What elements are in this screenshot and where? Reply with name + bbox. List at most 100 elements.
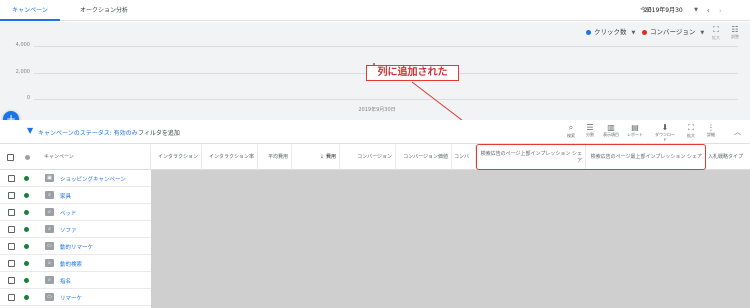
status-enabled-icon: [24, 278, 29, 283]
select-all-checkbox[interactable]: [6, 154, 14, 161]
chart-expand-button[interactable]: ⛶ 拡大: [710, 25, 722, 40]
tab-auction-insights[interactable]: オークション分析: [74, 0, 134, 21]
table-row[interactable]: ▣ ショッピングキャンペーン: [0, 170, 151, 187]
campaign-name-link[interactable]: ベッド: [60, 209, 77, 217]
y-tick-label: 0: [26, 95, 30, 101]
more-label: 詳細: [707, 132, 715, 137]
shopping-icon: ▣: [45, 174, 54, 182]
table-row[interactable]: ⌕ ソファ: [0, 221, 151, 238]
table-row[interactable]: ⌕ ベッド: [0, 204, 151, 221]
table-row[interactable]: ⌕ 家具: [0, 187, 151, 204]
table-row[interactable]: ⌕ 指名: [0, 272, 151, 289]
chart-adjust-button[interactable]: ☷ 調整: [728, 25, 742, 39]
filter-icon[interactable]: ▼: [27, 126, 33, 135]
status-enabled-icon: [24, 244, 29, 249]
download-button[interactable]: ⬇ ダウンロード: [655, 123, 675, 142]
expand-table-button[interactable]: ⛶ 拡大: [681, 123, 701, 138]
status-enabled-icon: [24, 227, 29, 232]
top-tab-bar: キャンペーン オークション分析 今日 2019年9月30日 ▼ ‹ ›: [0, 0, 750, 35]
bar-chart-icon: ▤: [631, 123, 639, 132]
reports-label: レポート: [627, 132, 643, 137]
column-header-avg-cost[interactable]: 平均費用: [258, 145, 292, 170]
row-checkbox[interactable]: [8, 192, 15, 199]
more-button[interactable]: ⋮ 詳細: [701, 123, 721, 137]
table-row[interactable]: ▭ 動的リマーケ: [0, 238, 151, 255]
add-filter-link[interactable]: フィルタを追加: [138, 128, 180, 137]
segment-label: 分割: [586, 132, 594, 137]
tune-icon: ☷: [731, 25, 739, 34]
display-icon: ▭: [45, 242, 54, 250]
search-icon: ⌕: [45, 259, 54, 267]
column-header-conv-truncated[interactable]: コンバ: [452, 145, 476, 170]
chevron-right-icon[interactable]: ›: [719, 0, 722, 21]
campaign-name-link[interactable]: 動的検索: [60, 260, 82, 268]
campaign-name-link[interactable]: 動的リマーケ: [60, 243, 93, 251]
row-checkbox[interactable]: [8, 209, 15, 216]
row-checkbox[interactable]: [8, 294, 15, 301]
campaign-name-link[interactable]: 家具: [60, 192, 71, 200]
metric-selector-conversions[interactable]: コンバージョン ▼: [642, 26, 704, 38]
gridline: [34, 99, 738, 100]
row-checkbox[interactable]: [8, 175, 15, 182]
row-checkbox[interactable]: [8, 226, 15, 233]
status-enabled-icon: [24, 261, 29, 266]
chart-adjust-label: 調整: [731, 34, 739, 39]
redacted-data-area: [151, 170, 750, 308]
row-checkbox[interactable]: [8, 277, 15, 284]
search-icon: ⌕: [45, 208, 54, 216]
caret-down-icon[interactable]: ▼: [694, 0, 698, 21]
expand-table-label: 拡大: [687, 133, 695, 138]
column-header-bid-strategy-type[interactable]: 入札戦略タイプ: [706, 145, 750, 170]
column-header-conversions[interactable]: コンバージョン: [340, 145, 396, 170]
row-checkbox[interactable]: [8, 260, 15, 267]
search-icon: ⌕: [568, 123, 574, 132]
table-row[interactable]: ▭ リマーケ: [0, 289, 151, 306]
table-row[interactable]: ⌕ 動的検索: [0, 255, 151, 272]
columns-label: 表示項目: [603, 132, 619, 137]
annotation-callout: 列に追加された: [366, 65, 459, 81]
added-columns-highlight: [476, 144, 706, 170]
download-label: ダウンロード: [655, 132, 675, 142]
column-header-conversion-value[interactable]: コンバージョン価値: [396, 145, 452, 170]
columns-button[interactable]: ▥ 表示項目: [601, 123, 621, 137]
search-icon: ⌕: [45, 191, 54, 199]
metric-selector-clicks[interactable]: クリック数 ▼: [586, 26, 635, 38]
clicks-color-dot: [586, 29, 591, 35]
campaign-name-link[interactable]: ショッピングキャンペーン: [60, 175, 126, 183]
expand-icon: ⛶: [688, 123, 694, 132]
chevron-left-icon[interactable]: ‹: [707, 0, 710, 21]
search-button[interactable]: ⌕ 検索: [561, 123, 581, 138]
column-header-cost-label: 費用: [325, 154, 336, 160]
row-checkbox[interactable]: [8, 243, 15, 250]
chevron-up-icon[interactable]: ︿: [734, 127, 741, 137]
columns-icon: ▥: [607, 123, 615, 132]
download-icon: ⬇: [661, 123, 669, 132]
campaign-name-link[interactable]: 指名: [60, 277, 71, 285]
sort-arrow-icon: ↓: [319, 154, 324, 160]
column-header-interaction-rate[interactable]: インタラクション率: [202, 145, 258, 170]
status-enabled-icon: [24, 210, 29, 215]
search-icon: ⌕: [45, 276, 54, 284]
caret-down-icon: ▼: [631, 30, 636, 36]
column-header-cost[interactable]: ↓ 費用: [292, 145, 340, 170]
metric-clicks-label: クリック数: [594, 28, 627, 36]
column-header-interactions[interactable]: インタラクション: [151, 145, 202, 170]
more-vert-icon: ⋮: [707, 123, 715, 132]
segment-button[interactable]: ☰ 分割: [580, 123, 600, 137]
status-column-header: [20, 145, 34, 170]
status-filter-chip[interactable]: キャンペーンのステータス: 有効のみ: [38, 128, 138, 137]
column-header-campaign[interactable]: キャンペーン: [34, 145, 151, 170]
search-label: 検索: [567, 133, 575, 138]
reports-button[interactable]: ▤ レポート: [625, 123, 645, 137]
campaign-name-link[interactable]: ソファ: [60, 226, 77, 234]
status-enabled-icon: [24, 176, 29, 181]
select-all-checkbox-cell: [0, 145, 20, 170]
gridline: [34, 46, 738, 47]
display-icon: ▭: [45, 293, 54, 301]
x-tick-label: 2019年9月30日: [358, 107, 396, 113]
conversions-color-dot: [642, 29, 647, 35]
filter-bar: ▼ キャンペーンのステータス: 有効のみ フィルタを追加 ⌕ 検索 ☰ 分割 ▥ 表示…: [0, 120, 750, 144]
tab-campaigns[interactable]: キャンペーン: [0, 0, 60, 21]
campaign-name-link[interactable]: リマーケ: [60, 294, 82, 302]
y-tick-label: 2,000: [15, 69, 30, 75]
